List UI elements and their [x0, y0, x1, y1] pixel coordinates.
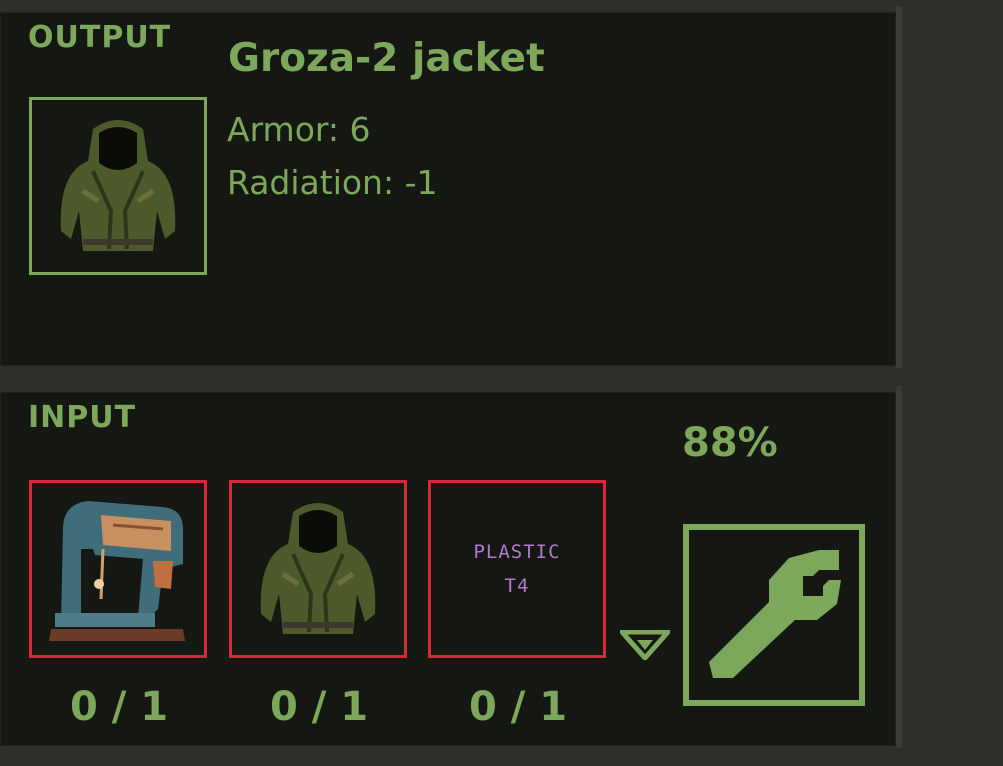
input-label: INPUT: [28, 400, 137, 435]
input-panel-edge: [896, 386, 902, 748]
slot-1-count: 0 / 1: [69, 684, 169, 730]
wrench-icon: [709, 550, 841, 678]
hooded-jacket-icon: [260, 503, 376, 634]
output-label: OUTPUT: [28, 20, 172, 55]
plastic-tier-label: T4: [504, 575, 530, 597]
output-panel-edge: [896, 6, 902, 368]
sewing-machine-icon: [49, 501, 185, 641]
input-slot-jacket[interactable]: [229, 480, 407, 658]
plastic-label: PLASTIC: [473, 541, 561, 563]
input-slot-sewing-machine[interactable]: [29, 480, 207, 658]
output-panel: OUTPUT Groza-2 jacket Armor: 6 Radiation…: [0, 12, 896, 366]
slot-3-count: 0 / 1: [468, 684, 568, 730]
slot-2-count: 0 / 1: [269, 684, 369, 730]
output-item-name: Groza-2 jacket: [228, 36, 545, 81]
output-item-slot[interactable]: [29, 97, 207, 275]
chevron-down-icon[interactable]: [620, 630, 670, 660]
hooded-jacket-icon: [60, 120, 176, 251]
armor-stat: Armor: 6: [227, 110, 371, 149]
plastic-t4-icon: PLASTIC T4: [473, 535, 560, 603]
radiation-stat: Radiation: -1: [227, 163, 438, 202]
craft-button[interactable]: [683, 524, 865, 706]
input-slot-plastic[interactable]: PLASTIC T4: [428, 480, 606, 658]
craft-progress-percent: 88%: [682, 420, 778, 466]
